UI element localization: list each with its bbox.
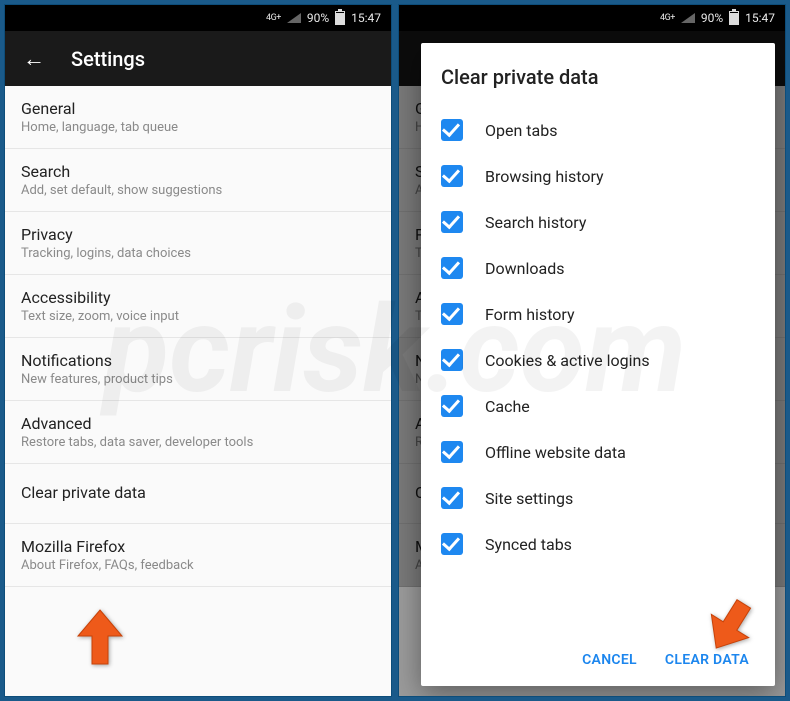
checkbox-icon[interactable] <box>441 395 463 417</box>
setting-search[interactable]: Search Add, set default, show suggestion… <box>5 149 391 212</box>
network-indicator: 4G+ <box>660 13 675 23</box>
battery-percent: 90% <box>701 11 723 25</box>
setting-desc: Text size, zoom, voice input <box>21 309 375 324</box>
status-bar: 4G+ 90% 15:47 <box>5 5 391 31</box>
clear-data-dialog: Clear private data Open tabs Browsing hi… <box>421 43 775 686</box>
option-label: Cookies & active logins <box>485 351 650 370</box>
setting-advanced[interactable]: Advanced Restore tabs, data saver, devel… <box>5 401 391 464</box>
option-browsing-history[interactable]: Browsing history <box>441 153 755 199</box>
option-label: Search history <box>485 213 586 232</box>
battery-icon <box>729 11 739 25</box>
option-offline-data[interactable]: Offline website data <box>441 429 755 475</box>
setting-mozilla[interactable]: Mozilla Firefox About Firefox, FAQs, fee… <box>5 524 391 587</box>
dialog-title: Clear private data <box>441 65 755 89</box>
setting-desc: Home, language, tab queue <box>21 120 375 135</box>
setting-desc: Tracking, logins, data choices <box>21 246 375 261</box>
option-label: Offline website data <box>485 443 626 462</box>
option-label: Form history <box>485 305 575 324</box>
screen-dialog: 4G+ 90% 15:47 ← GH SA PT AT NN AR C MA C… <box>398 4 786 697</box>
option-label: Browsing history <box>485 167 604 186</box>
option-search-history[interactable]: Search history <box>441 199 755 245</box>
setting-notifications[interactable]: Notifications New features, product tips <box>5 338 391 401</box>
setting-privacy[interactable]: Privacy Tracking, logins, data choices <box>5 212 391 275</box>
setting-general[interactable]: General Home, language, tab queue <box>5 86 391 149</box>
setting-desc: New features, product tips <box>21 372 375 387</box>
cancel-button[interactable]: CANCEL <box>582 652 637 668</box>
setting-accessibility[interactable]: Accessibility Text size, zoom, voice inp… <box>5 275 391 338</box>
checkbox-icon[interactable] <box>441 349 463 371</box>
option-cache[interactable]: Cache <box>441 383 755 429</box>
checkbox-icon[interactable] <box>441 487 463 509</box>
network-indicator: 4G+ <box>266 13 281 23</box>
checkbox-icon[interactable] <box>441 533 463 555</box>
checkbox-icon[interactable] <box>441 211 463 233</box>
checkbox-list: Open tabs Browsing history Search histor… <box>441 107 755 642</box>
settings-list: General Home, language, tab queue Search… <box>5 86 391 587</box>
clock: 15:47 <box>745 11 775 25</box>
setting-label: Search <box>21 162 375 181</box>
checkbox-icon[interactable] <box>441 441 463 463</box>
option-label: Downloads <box>485 259 564 278</box>
setting-label: Clear private data <box>21 477 375 508</box>
option-downloads[interactable]: Downloads <box>441 245 755 291</box>
option-label: Open tabs <box>485 121 557 140</box>
battery-percent: 90% <box>307 11 329 25</box>
option-label: Cache <box>485 397 530 416</box>
signal-icon <box>287 13 301 23</box>
clear-data-button[interactable]: CLEAR DATA <box>665 652 749 668</box>
page-title: Settings <box>71 47 145 71</box>
signal-icon <box>681 13 695 23</box>
checkbox-icon[interactable] <box>441 303 463 325</box>
option-label: Site settings <box>485 489 573 508</box>
back-arrow-icon[interactable]: ← <box>23 46 45 72</box>
screen-settings: 4G+ 90% 15:47 ← Settings General Home, l… <box>4 4 392 697</box>
setting-clear-private-data[interactable]: Clear private data <box>5 464 391 524</box>
option-synced-tabs[interactable]: Synced tabs <box>441 521 755 567</box>
setting-label: Mozilla Firefox <box>21 537 375 556</box>
setting-desc: About Firefox, FAQs, feedback <box>21 558 375 573</box>
dialog-actions: CANCEL CLEAR DATA <box>441 642 755 676</box>
app-header: ← Settings <box>5 31 391 86</box>
status-bar: 4G+ 90% 15:47 <box>399 5 785 31</box>
option-form-history[interactable]: Form history <box>441 291 755 337</box>
setting-label: Privacy <box>21 225 375 244</box>
option-cookies[interactable]: Cookies & active logins <box>441 337 755 383</box>
battery-icon <box>335 11 345 25</box>
option-label: Synced tabs <box>485 535 572 554</box>
setting-label: General <box>21 99 375 118</box>
option-open-tabs[interactable]: Open tabs <box>441 107 755 153</box>
checkbox-icon[interactable] <box>441 165 463 187</box>
checkbox-icon[interactable] <box>441 257 463 279</box>
option-site-settings[interactable]: Site settings <box>441 475 755 521</box>
setting-label: Advanced <box>21 414 375 433</box>
setting-label: Accessibility <box>21 288 375 307</box>
setting-label: Notifications <box>21 351 375 370</box>
setting-desc: Add, set default, show suggestions <box>21 183 375 198</box>
setting-desc: Restore tabs, data saver, developer tool… <box>21 435 375 450</box>
checkbox-icon[interactable] <box>441 119 463 141</box>
clock: 15:47 <box>351 11 381 25</box>
